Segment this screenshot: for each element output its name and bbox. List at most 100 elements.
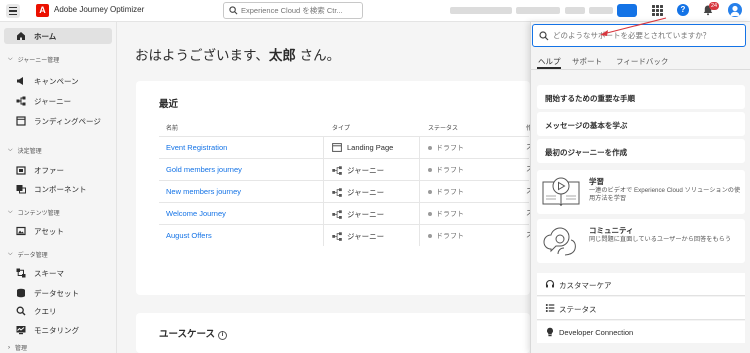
tab-feedback[interactable]: フィードバック [616,56,668,67]
sidebar-item-offers[interactable]: オファー [4,162,112,178]
chevron-down-icon: ⌵ [8,56,13,62]
sidebar-item-components[interactable]: コンポーネント [4,181,112,197]
top-action-button[interactable] [617,4,637,17]
status-list-icon [545,304,555,312]
table-row[interactable]: August Offers ジャーニー ドラフト ス [159,224,533,246]
chevron-down-icon: ⌵ [8,251,13,257]
row-name-link[interactable]: Welcome Journey [166,209,226,218]
sidebar-item-landing-pages[interactable]: ランディングページ [4,113,112,129]
sidebar-item-queries[interactable]: クエリ [4,303,112,319]
top-bar: A Adobe Journey Optimizer ? 24 [0,0,750,22]
column-header-type[interactable]: タイプ [332,123,350,132]
row-status: ドラフト [428,143,464,153]
sidebar-item-campaigns[interactable]: キャンペーン [4,73,112,89]
components-icon [14,184,28,194]
help-link-create-journey[interactable]: 最初のジャーニーを作成 [537,139,745,163]
sidebar-section-decision-management[interactable]: ⌵ 決定管理 [8,146,42,155]
table-row[interactable]: Welcome Journey ジャーニー ドラフト ス [159,202,533,224]
landing-page-icon [14,116,28,126]
sidebar-item-assets[interactable]: アセット [4,223,112,239]
user-first-name: 太郎 [268,48,296,63]
chevron-right-icon: › [8,344,10,351]
row-type: ジャーニー [332,209,384,220]
asset-icon [14,226,28,236]
chevron-down-icon: ⌵ [8,147,13,153]
table-row[interactable]: Gold members journey ジャーニー ドラフト ス [159,158,533,180]
adobe-logo-icon[interactable]: A [36,4,49,17]
row-status: ドラフト [428,209,464,219]
column-header-name[interactable]: 名前 [166,123,178,132]
chevron-down-icon: ⌵ [8,209,13,215]
sidebar-section-journey-management[interactable]: ⌵ ジャーニー管理 [8,55,59,64]
recent-title: 最近 [159,99,179,110]
journey-icon [332,188,342,197]
support-divider [537,319,745,320]
row-name-link[interactable]: Gold members journey [166,165,242,174]
org-name-redacted[interactable] [450,7,512,14]
experience-cloud-search[interactable] [223,2,363,19]
sidebar-item-monitoring[interactable]: モニタリング [4,322,112,338]
schema-icon [14,268,28,278]
journey-icon [332,166,342,175]
status-dot-icon [428,190,432,194]
environment-type-redacted[interactable] [589,7,613,14]
help-search-field[interactable] [532,24,746,47]
row-name-link[interactable]: New members journey [166,187,241,196]
journey-icon [332,232,342,241]
sidebar-section-content-management[interactable]: ⌵ コンテンツ管理 [8,208,60,217]
help-icon[interactable]: ? [677,4,689,16]
lightbulb-icon [547,327,553,337]
column-header-status[interactable]: ステータス [428,123,458,132]
active-tab-indicator [537,67,561,69]
row-name-link[interactable]: Event Registration [166,143,227,152]
row-name-link[interactable]: August Offers [166,231,212,240]
resource-card-community[interactable]: コミュニティ 同じ問題に直面しているユーザーから回答をもらう [537,219,745,263]
tab-help[interactable]: ヘルプ [538,56,561,67]
tab-support[interactable]: サポート [572,56,602,67]
search-icon [229,6,238,15]
app-title[interactable]: Adobe Journey Optimizer [54,5,144,14]
info-icon[interactable]: i [218,331,228,340]
status-dot-icon [428,168,432,172]
journey-icon [332,210,342,219]
community-icon [543,227,576,256]
sidebar-item-datasets[interactable]: データセット [4,285,112,301]
row-type: Landing Page [332,143,393,152]
status-dot-icon [428,234,432,238]
sandbox-name-redacted[interactable] [516,7,560,14]
sidebar-item-label: ホーム [34,31,57,41]
status-dot-icon [428,212,432,216]
journey-icon [14,96,28,106]
experience-cloud-search-input[interactable] [241,4,359,17]
environment-redacted[interactable] [565,7,585,14]
hamburger-menu-icon[interactable] [6,4,20,18]
sidebar-section-administration[interactable]: › 管理 [8,343,27,353]
resource-card-learning[interactable]: 学習 一連のビデオで Experience Cloud ソリューションの使用方法… [537,170,745,214]
help-search-input[interactable] [553,29,741,42]
headset-icon [545,279,555,288]
table-row[interactable]: Event Registration Landing Page ドラフト ス [159,136,533,158]
search-icon [539,31,549,41]
sidebar-section-data-management[interactable]: ⌵ データ管理 [8,250,48,259]
help-link-message-basics[interactable]: メッセージの基本を学ぶ [537,112,745,136]
status-dot-icon [428,146,432,150]
row-status: ドラフト [428,187,464,197]
table-row[interactable]: New members journey ジャーニー ドラフト ス [159,180,533,202]
usecases-title: ユースケース i [159,326,228,340]
user-avatar[interactable] [728,3,742,17]
row-status: ドラフト [428,231,464,241]
home-icon [14,31,28,41]
dataset-icon [14,288,28,298]
sidebar-item-home[interactable]: ホーム [4,28,112,44]
row-status: ドラフト [428,165,464,175]
support-item-developer-connection[interactable]: Developer Connection [537,321,745,343]
support-item-customer-care[interactable]: カスタマーケア [537,273,745,295]
support-item-status[interactable]: ステータス [537,297,745,319]
app-switcher-icon[interactable] [652,5,663,16]
help-link-getting-started[interactable]: 開始するための重要な手順 [537,85,745,109]
notification-count-badge: 24 [709,2,720,10]
learning-video-icon [542,177,580,207]
row-type: ジャーニー [332,165,384,176]
sidebar-item-journeys[interactable]: ジャーニー [4,93,112,109]
sidebar-item-schemas[interactable]: スキーマ [4,265,112,281]
